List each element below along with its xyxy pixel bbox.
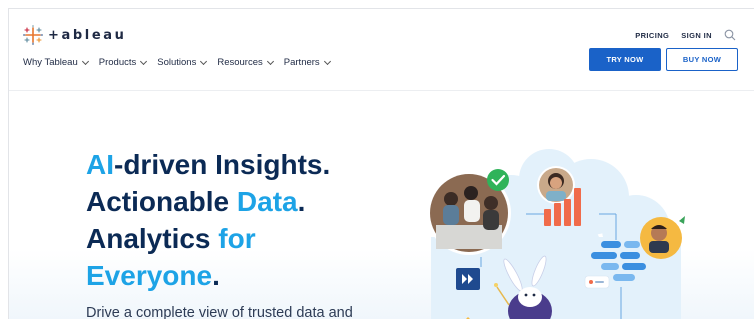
hero-illustration bbox=[427, 149, 685, 319]
headline-line-4: Everyone. bbox=[86, 257, 330, 294]
nav-label: Why Tableau bbox=[23, 57, 78, 68]
chevron-down-icon bbox=[200, 57, 208, 65]
hero-subtitle: Drive a complete view of trusted data an… bbox=[86, 305, 353, 319]
headline-text: Actionable bbox=[86, 186, 237, 217]
hero-headline: AI-driven Insights. Actionable Data. Ana… bbox=[86, 146, 330, 294]
nav-resources[interactable]: Resources bbox=[217, 57, 274, 68]
nav-products[interactable]: Products bbox=[98, 57, 148, 68]
headline-accent: for bbox=[218, 223, 256, 254]
nav-label: Solutions bbox=[157, 57, 197, 68]
mini-card bbox=[584, 275, 610, 289]
logo-wordmark: +ableau bbox=[48, 27, 127, 43]
tableau-logo[interactable]: +ableau bbox=[23, 25, 126, 45]
nav-solutions[interactable]: Solutions bbox=[157, 57, 208, 68]
headline-text: . bbox=[212, 260, 220, 291]
headline-text: -driven Insights. bbox=[114, 149, 331, 180]
sign-in-link[interactable]: SIGN IN bbox=[681, 31, 712, 40]
headline-accent: Everyone bbox=[86, 260, 213, 291]
fast-forward-icon bbox=[456, 268, 480, 290]
chevron-down-icon bbox=[81, 57, 89, 65]
headline-line-1: AI-driven Insights. bbox=[86, 146, 330, 183]
chevron-down-icon bbox=[266, 57, 274, 65]
headline-line-2: Actionable Data. bbox=[86, 183, 330, 220]
woman-avatar bbox=[537, 166, 575, 204]
nav-label: Resources bbox=[217, 57, 263, 68]
check-icon bbox=[487, 169, 509, 191]
chevron-down-icon bbox=[140, 57, 148, 65]
nav-label: Partners bbox=[283, 57, 320, 68]
nav-partners[interactable]: Partners bbox=[283, 57, 331, 68]
headline-text: . bbox=[297, 186, 306, 217]
headline-text: Analytics bbox=[86, 223, 219, 254]
pricing-link[interactable]: PRICING bbox=[635, 31, 669, 40]
header-divider bbox=[9, 90, 754, 91]
nav-label: Products bbox=[98, 57, 137, 68]
utility-nav: PRICING SIGN IN bbox=[635, 29, 736, 41]
tableau-plus-mark-icon bbox=[23, 25, 43, 45]
try-now-button[interactable]: TRY NOW bbox=[589, 48, 661, 71]
headline-accent: Data bbox=[236, 186, 298, 217]
chevron-down-icon bbox=[323, 57, 331, 65]
search-icon[interactable] bbox=[724, 29, 736, 41]
headline-accent: AI bbox=[86, 149, 114, 180]
headline-line-3: Analytics for bbox=[86, 220, 330, 257]
page-frame: +ableau PRICING SIGN IN Why Tableau Prod… bbox=[8, 8, 754, 319]
nav-why-tableau[interactable]: Why Tableau bbox=[23, 57, 89, 68]
main-nav: Why Tableau Products Solutions Resources… bbox=[23, 57, 331, 68]
buy-now-button[interactable]: BUY NOW bbox=[666, 48, 738, 71]
